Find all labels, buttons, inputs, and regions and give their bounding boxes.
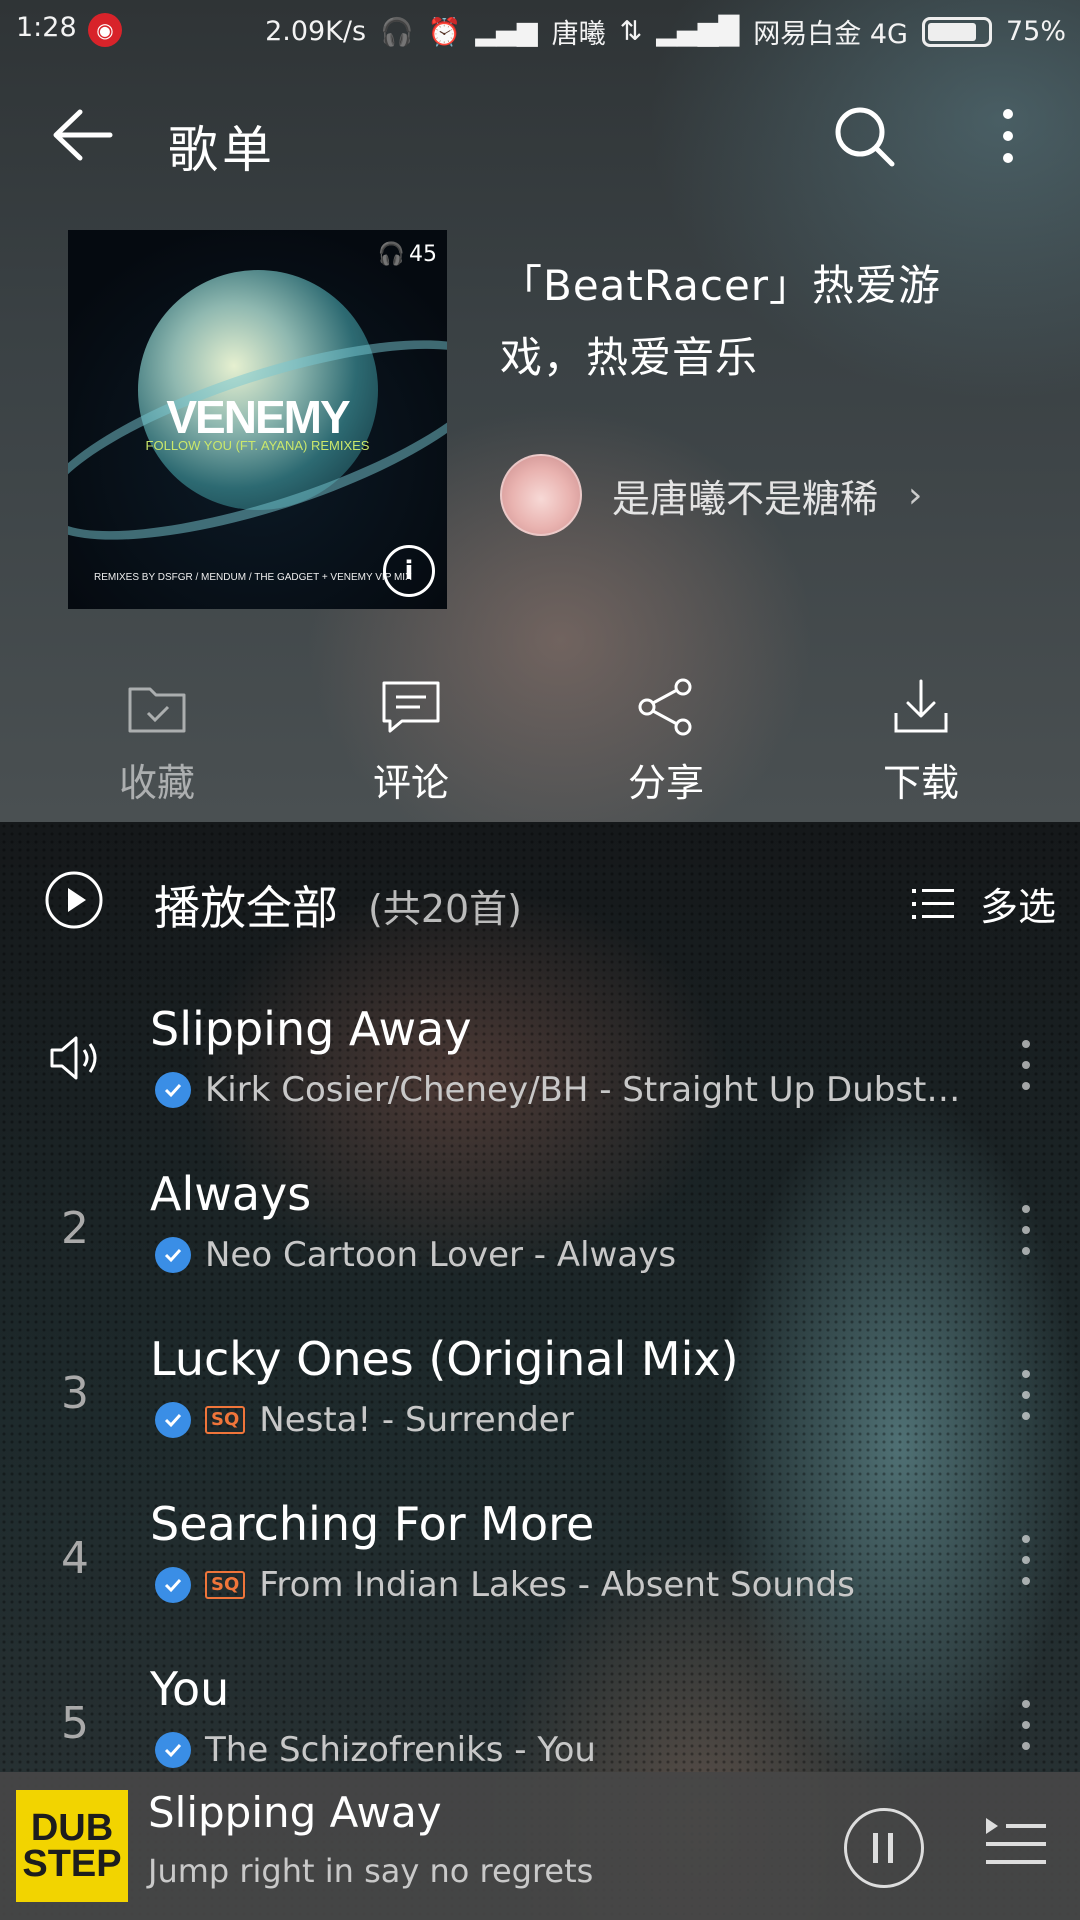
now-playing-cover: DUB STEP (16, 1790, 128, 1902)
cover-thumb-text: DUB STEP (22, 1807, 122, 1885)
now-playing-lyric: Jump right in say no regrets (148, 1852, 594, 1890)
page-title: 歌单 (168, 121, 276, 179)
creator-name: 是唐曦不是糖稀 (612, 476, 879, 521)
song-artist-album: From Indian Lakes - Absent Sounds (259, 1565, 855, 1605)
download-label: 下载 (882, 761, 959, 805)
song-number: 2 (61, 1203, 89, 1254)
song-subtitle: SQ Nesta! - Surrender (155, 1400, 574, 1440)
carrier-label-1: 唐曦 (551, 19, 606, 50)
song-count: (共20首) (368, 887, 523, 931)
downloaded-check-icon (155, 1402, 191, 1438)
song-title: Always (150, 1167, 312, 1221)
song-subtitle: Neo Cartoon Lover - Always (155, 1235, 676, 1275)
share-button[interactable]: 分享 (586, 672, 746, 807)
song-artist-album: Nesta! - Surrender (259, 1400, 574, 1440)
status-bar: 1:28 ◉ 2.09K/s 🎧 ⏰ ▂▄▆ 唐曦 ⇅ ▂▄▆█ 网易白金 4G… (0, 0, 1080, 60)
multi-select-label: 多选 (979, 885, 1056, 929)
headphones-icon: 🎧 (380, 16, 414, 48)
battery-icon (921, 16, 992, 47)
action-bar: 收藏 评论 分享 下载 (0, 672, 1080, 805)
downloaded-check-icon (155, 1072, 191, 1108)
playlist-title: 「BeatRacer」热爱游戏，热爱音乐 (500, 261, 942, 382)
downloaded-check-icon (155, 1237, 191, 1273)
carrier-label-2: 网易白金 4G (753, 19, 908, 50)
comment-label: 评论 (372, 761, 449, 805)
multi-select-button[interactable]: 多选 (911, 876, 1056, 931)
network-speed: 2.09K/s (265, 16, 367, 47)
song-title: You (150, 1662, 230, 1716)
alarm-icon: ⏰ (427, 16, 462, 48)
headphones-icon: 🎧 (377, 242, 405, 267)
app-header: 歌单 (0, 90, 1080, 190)
info-icon[interactable]: i (383, 545, 435, 597)
battery-percent: 75% (1005, 16, 1066, 47)
song-row[interactable]: 5 You The Schizofreniks - You (0, 1650, 1080, 1772)
song-row[interactable]: 4 Searching For More SQ From Indian Lake… (0, 1485, 1080, 1650)
creator-avatar (500, 454, 582, 536)
song-row[interactable]: 3 Lucky Ones (Original Mix) SQ Nesta! - … (0, 1320, 1080, 1485)
song-more-icon[interactable] (1020, 1205, 1032, 1255)
song-subtitle: SQ From Indian Lakes - Absent Sounds (155, 1565, 855, 1605)
creator-link[interactable]: 是唐曦不是糖稀 › (500, 454, 923, 536)
song-subtitle: Kirk Cosier/Cheney/BH - Straight Up Dubs… (155, 1070, 960, 1110)
song-more-icon[interactable] (1020, 1040, 1032, 1090)
netease-app-icon: ◉ (88, 13, 122, 47)
playlist-queue-icon[interactable] (984, 1814, 1048, 1874)
comment-icon (382, 681, 440, 733)
now-playing-title: Slipping Away (148, 1788, 442, 1837)
cover-subtitle: FOLLOW YOU (FT. AYANA) REMIXES (145, 438, 370, 453)
downloaded-check-icon (155, 1567, 191, 1603)
song-row[interactable]: 2 Always Neo Cartoon Lover - Always (0, 1155, 1080, 1320)
status-time: 1:28 (16, 12, 77, 43)
collect-button[interactable]: 收藏 (77, 672, 237, 807)
playlist-cover[interactable]: VENEMY FOLLOW YOU (FT. AYANA) REMIXES RE… (68, 230, 447, 609)
song-title: Slipping Away (150, 1002, 472, 1056)
song-title: Lucky Ones (Original Mix) (150, 1332, 739, 1386)
song-number: 4 (61, 1533, 89, 1584)
sq-quality-badge: SQ (205, 1406, 246, 1434)
play-circle-icon[interactable] (44, 870, 104, 930)
play-all-bar: 播放全部 (共20首) 多选 (0, 850, 1080, 950)
back-arrow-icon[interactable] (48, 100, 118, 170)
song-number: 3 (61, 1368, 89, 1419)
download-icon (894, 679, 948, 733)
play-all-button[interactable]: 播放全部 (154, 872, 338, 938)
signal-icon-2: ▂▄▆█ (656, 16, 740, 47)
play-count: 🎧 45 (378, 242, 437, 267)
share-label: 分享 (627, 761, 704, 805)
status-indicators: 2.09K/s 🎧 ⏰ ▂▄▆ 唐曦 ⇅ ▂▄▆█ 网易白金 4G 75% (265, 12, 1066, 51)
share-icon (638, 678, 692, 736)
song-title: Searching For More (150, 1497, 595, 1551)
folder-check-icon (128, 687, 186, 733)
song-artist-album: Neo Cartoon Lover - Always (205, 1235, 677, 1275)
mini-player[interactable]: DUB STEP Slipping Away Jump right in say… (0, 1772, 1080, 1920)
more-vertical-icon[interactable] (988, 104, 1028, 168)
song-row[interactable]: Slipping Away Kirk Cosier/Cheney/BH - St… (0, 990, 1080, 1155)
search-icon[interactable] (832, 104, 896, 168)
chevron-right-icon: › (908, 474, 923, 516)
cover-credits: REMIXES BY DSFGR / MENDUM / THE GADGET +… (94, 572, 412, 583)
song-more-icon[interactable] (1020, 1370, 1032, 1420)
download-button[interactable]: 下载 (841, 672, 1001, 807)
pause-icon[interactable] (844, 1808, 924, 1888)
data-transfer-icon: ⇅ (619, 16, 643, 47)
cover-brand: VENEMY (166, 391, 350, 443)
collect-label: 收藏 (118, 761, 195, 805)
sq-quality-badge: SQ (205, 1571, 246, 1599)
now-playing-speaker-icon (50, 1036, 97, 1080)
list-icon (911, 888, 954, 919)
signal-icon: ▂▄▆ (475, 16, 538, 47)
song-number: 5 (61, 1698, 89, 1749)
song-more-icon[interactable] (1020, 1700, 1032, 1750)
downloaded-check-icon (155, 1732, 191, 1768)
song-artist-album: Kirk Cosier/Cheney/BH - Straight Up Dubs… (205, 1070, 961, 1110)
song-artist-album: The Schizofreniks - You (205, 1730, 596, 1770)
song-more-icon[interactable] (1020, 1535, 1032, 1585)
play-count-value: 45 (409, 242, 437, 267)
comment-button[interactable]: 评论 (331, 672, 491, 807)
song-subtitle: The Schizofreniks - You (155, 1730, 596, 1770)
